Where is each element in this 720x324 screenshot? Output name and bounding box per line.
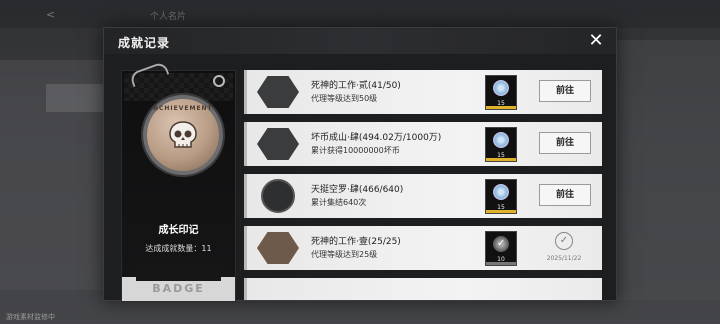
completion-date: 2025/11/22 (546, 255, 582, 262)
achievement-desc: 累计集结640次 (311, 198, 367, 207)
achievement-desc: 代理等级达到25级 (311, 250, 378, 259)
badge-footer-notch (136, 267, 221, 281)
skull-icon (169, 121, 197, 148)
disc-icon (493, 184, 509, 200)
achievement-list[interactable]: 死神的工作·贰(41/50) 代理等级达到50级 15 前往 坏币成山·肆(49… (244, 70, 602, 300)
bronze-skull-icon (257, 232, 299, 264)
go-button[interactable]: 前往 (539, 132, 591, 154)
badge-count: 达成成就数量：11 (122, 243, 235, 254)
badge-card: ACHIEVEMENT 成长印记 达成成就数量：11 BADGE (121, 60, 236, 302)
reward-rarity-bar (486, 158, 516, 161)
achievement-medal: ACHIEVEMENT (143, 95, 223, 175)
completed-check-icon: ✓ (555, 232, 573, 250)
badge-name: 成长印记 (158, 225, 199, 236)
achievement-modal: 成就记录 ✕ ACHIEVEMENT 成长印记 达成成就数量：11 BADGE (103, 27, 617, 302)
badge-footer: BADGE (122, 267, 235, 301)
achievement-row: 天挺空罗·肆(466/640) 累计集结640次 15 前往 (244, 174, 602, 218)
disc-icon (493, 80, 509, 96)
achievement-row: 死神的工作·贰(41/50) 代理等级达到50级 15 前往 (244, 70, 602, 114)
badge-footer-label: BADGE (152, 282, 205, 295)
achievement-title: 死神的工作·壹(25/25) (311, 237, 401, 247)
achievement-row: 坏币成山·肆(494.02万/1000万) 累计获得10000000坏币 15 … (244, 122, 602, 166)
go-button[interactable]: 前往 (539, 184, 591, 206)
reward-item[interactable]: 15 (485, 179, 517, 214)
achievement-row-partial (244, 278, 602, 300)
reward-rarity-bar (486, 106, 516, 109)
background-right-panel (610, 40, 720, 300)
reward-rarity-bar (486, 262, 516, 265)
disc-icon (493, 132, 509, 148)
medal-text: ACHIEVEMENT (153, 105, 213, 112)
background-chip (46, 84, 106, 112)
badge-ring-icon (213, 75, 225, 87)
reward-item[interactable]: 15 (485, 75, 517, 110)
skull-icon (257, 128, 299, 160)
achievement-title: 死神的工作·贰(41/50) (311, 81, 401, 91)
skull-circle-icon (261, 179, 295, 213)
close-icon[interactable]: ✕ (586, 32, 606, 50)
modal-title: 成就记录 (118, 36, 171, 50)
skull-icon (257, 76, 299, 108)
go-button[interactable]: 前往 (539, 80, 591, 102)
achievement-desc: 代理等级达到50级 (311, 94, 378, 103)
achievement-title: 坏币成山·肆(494.02万/1000万) (311, 133, 442, 143)
modal-header: 成就记录 ✕ (104, 28, 616, 54)
badge-count-value: 11 (201, 244, 212, 253)
footer-note: 游戏素材监修中 (6, 313, 55, 321)
reward-item[interactable]: ✓ 10 (485, 231, 517, 266)
achievement-row: 死神的工作·壹(25/25) 代理等级达到25级 ✓ 10 ✓ 2025/11/… (244, 226, 602, 270)
background-top-bar (0, 0, 720, 28)
achievement-desc: 累计获得10000000坏币 (311, 146, 400, 155)
reward-rarity-bar (486, 210, 516, 213)
badge-count-label: 达成成就数量： (145, 244, 202, 253)
reward-item[interactable]: 15 (485, 127, 517, 162)
share-icon: < (46, 8, 56, 21)
achievement-title: 天挺空罗·肆(466/640) (311, 185, 404, 195)
background-title: 个人名片 (150, 12, 187, 22)
checkmark-icon: ✓ (497, 238, 506, 249)
